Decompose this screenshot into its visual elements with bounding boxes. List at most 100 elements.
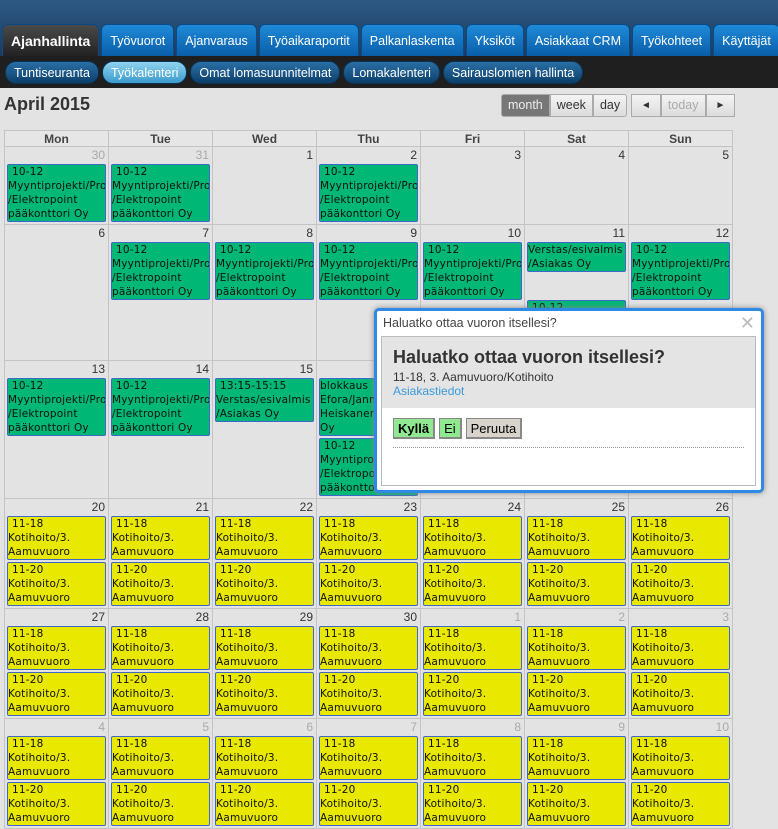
today-button[interactable]: today	[660, 94, 706, 117]
calendar-day[interactable]: 25 11-18 Kotihoito/3. Aamuvuoro 11-20 Kotihoi…	[524, 498, 629, 609]
sub-tab-4[interactable]: Sairauslomien hallinta	[442, 61, 584, 84]
calendar-day[interactable]: 21 11-18 Kotihoito/3. Aamuvuoro 11-20 Kotihoi…	[108, 498, 213, 609]
calendar-event[interactable]: 11-18 Kotihoito/3. Aamuvuoro	[215, 516, 314, 560]
calendar-day[interactable]: 3 11-18 Kotihoito/3. Aamuvuoro 11-20 Kotihoit…	[628, 608, 733, 719]
calendar-event[interactable]: 11-18 Kotihoito/3. Aamuvuoro	[111, 736, 210, 780]
calendar-day[interactable]: 2 10-12 Myyntiprojekti/Proj/Elektropoint pä…	[316, 146, 421, 225]
week-view-button[interactable]: week	[549, 94, 593, 117]
calendar-day[interactable]: 6 11-18 Kotihoito/3. Aamuvuoro 11-20 Kotihoit…	[212, 718, 317, 829]
calendar-event[interactable]: 11-18 Kotihoito/3. Aamuvuoro	[111, 516, 210, 560]
calendar-day[interactable]: 22 11-18 Kotihoito/3. Aamuvuoro 11-20 Kotihoi…	[212, 498, 317, 609]
calendar-day[interactable]: 20 11-18 Kotihoito/3. Aamuvuoro 11-20 Kotihoi…	[4, 498, 109, 609]
calendar-day[interactable]: 4 11-18 Kotihoito/3. Aamuvuoro 11-20 Kotihoit…	[4, 718, 109, 829]
calendar-day[interactable]: 26 11-18 Kotihoito/3. Aamuvuoro 11-20 Kotihoi…	[628, 498, 733, 609]
month-view-button[interactable]: month	[501, 94, 550, 117]
calendar-event[interactable]: 10-12 Myyntiprojekti/Proj/Elektropoint pää…	[215, 242, 314, 300]
calendar-event[interactable]: 11-18 Kotihoito/3. Aamuvuoro	[319, 516, 418, 560]
calendar-event[interactable]: 11-20 Kotihoito/3. Aamuvuoro	[319, 782, 418, 826]
calendar-event[interactable]: 11-20 Kotihoito/3. Aamuvuoro	[423, 782, 522, 826]
calendar-event[interactable]: 10-12 Myyntiprojekti/Proj/Elektropoint pää…	[319, 164, 418, 222]
calendar-day[interactable]: 7 10-12 Myyntiprojekti/Proj/Elektropoint pä…	[108, 224, 213, 361]
calendar-event[interactable]: 11-18 Kotihoito/3. Aamuvuoro	[7, 516, 106, 560]
calendar-event[interactable]: 11-20 Kotihoito/3. Aamuvuoro	[423, 672, 522, 716]
main-tab-7[interactable]: Työkohteet	[632, 24, 712, 56]
main-tab-4[interactable]: Palkanlaskenta	[360, 24, 464, 56]
calendar-event[interactable]: 10-12 Myyntiprojekti/Proj/Elektropoint pää…	[111, 242, 210, 300]
sub-tab-0[interactable]: Tuntiseuranta	[5, 61, 99, 84]
calendar-event[interactable]: 11-18 Kotihoito/3. Aamuvuoro	[7, 736, 106, 780]
calendar-event[interactable]: 11-18 Kotihoito/3. Aamuvuoro	[423, 626, 522, 670]
calendar-event[interactable]: 10-12 Myyntiprojekti/Proj/Elektropoint pää…	[111, 164, 210, 222]
calendar-day[interactable]: 29 11-18 Kotihoito/3. Aamuvuoro 11-20 Kotihoi…	[212, 608, 317, 719]
calendar-event[interactable]: Verstas/esivalmis/Asiakas Oy	[527, 242, 626, 272]
calendar-day[interactable]: 30 10-12 Myyntiprojekti/Proj/Elektropoint p…	[4, 146, 109, 225]
calendar-day[interactable]: 8 10-12 Myyntiprojekti/Proj/Elektropoint pä…	[212, 224, 317, 361]
calendar-day[interactable]: 14 10-12 Myyntiprojekti/Proj/Elektropoint p…	[108, 360, 213, 499]
calendar-day[interactable]: 13 10-12 Myyntiprojekti/Proj/Elektropoint p…	[4, 360, 109, 499]
calendar-event[interactable]: 11-20 Kotihoito/3. Aamuvuoro	[631, 782, 730, 826]
calendar-day[interactable]: 2 11-18 Kotihoito/3. Aamuvuoro 11-20 Kotihoit…	[524, 608, 629, 719]
calendar-event[interactable]: 11-20 Kotihoito/3. Aamuvuoro	[631, 562, 730, 606]
calendar-event[interactable]: 11-18 Kotihoito/3. Aamuvuoro	[631, 626, 730, 670]
calendar-day[interactable]: 1 11-18 Kotihoito/3. Aamuvuoro 11-20 Kotihoit…	[420, 608, 525, 719]
main-tab-3[interactable]: Työaikaraportit	[258, 24, 359, 56]
main-tab-5[interactable]: Yksiköt	[465, 24, 524, 56]
calendar-day[interactable]: 31 10-12 Myyntiprojekti/Proj/Elektropoint p…	[108, 146, 213, 225]
calendar-event[interactable]: 11-18 Kotihoito/3. Aamuvuoro	[319, 626, 418, 670]
no-button[interactable]: Ei	[439, 418, 462, 439]
calendar-event[interactable]: 11-18 Kotihoito/3. Aamuvuoro	[631, 736, 730, 780]
close-icon[interactable]: ✕	[740, 313, 755, 334]
calendar-day[interactable]: 5	[628, 146, 733, 225]
calendar-day[interactable]: 15 13:15-15:15 Verstas/esivalmis/Asiakas O…	[212, 360, 317, 499]
cancel-button[interactable]: Peruuta	[465, 418, 523, 439]
calendar-event[interactable]: 11-20 Kotihoito/3. Aamuvuoro	[215, 562, 314, 606]
main-tab-6[interactable]: Asiakkaat CRM	[525, 24, 630, 56]
calendar-event[interactable]: 11-20 Kotihoito/3. Aamuvuoro	[631, 672, 730, 716]
yes-button[interactable]: Kyllä	[393, 418, 436, 439]
calendar-day[interactable]: 6	[4, 224, 109, 361]
calendar-day[interactable]: 3	[420, 146, 525, 225]
customer-info-link[interactable]: Asiakastiedot	[393, 384, 744, 398]
calendar-day[interactable]: 7 11-18 Kotihoito/3. Aamuvuoro 11-20 Kotihoit…	[316, 718, 421, 829]
calendar-event[interactable]: 11-20 Kotihoito/3. Aamuvuoro	[111, 782, 210, 826]
calendar-event[interactable]: 11-20 Kotihoito/3. Aamuvuoro	[319, 672, 418, 716]
calendar-event[interactable]: 10-12 Myyntiprojekti/Proj/Elektropoint pää…	[111, 378, 210, 436]
calendar-event[interactable]: 10-12 Myyntiprojekti/Proj/Elektropoint pää…	[631, 242, 730, 300]
calendar-event[interactable]: 11-18 Kotihoito/3. Aamuvuoro	[527, 516, 626, 560]
calendar-event[interactable]: 11-18 Kotihoito/3. Aamuvuoro	[7, 626, 106, 670]
calendar-event[interactable]: 10-12 Myyntiprojekti/Proj/Elektropoint pää…	[7, 164, 106, 222]
sub-tab-3[interactable]: Lomakalenteri	[343, 61, 440, 84]
calendar-event[interactable]: 11-20 Kotihoito/3. Aamuvuoro	[215, 672, 314, 716]
calendar-event[interactable]: 11-18 Kotihoito/3. Aamuvuoro	[215, 626, 314, 670]
calendar-event[interactable]: 13:15-15:15 Verstas/esivalmis/Asiakas Oy	[215, 378, 314, 422]
calendar-day[interactable]: 8 11-18 Kotihoito/3. Aamuvuoro 11-20 Kotihoit…	[420, 718, 525, 829]
calendar-day[interactable]: 30 11-18 Kotihoito/3. Aamuvuoro 11-20 Kotihoi…	[316, 608, 421, 719]
calendar-event[interactable]: 11-20 Kotihoito/3. Aamuvuoro	[111, 672, 210, 716]
main-tab-1[interactable]: Työvuorot	[101, 24, 175, 56]
prev-arrow-icon[interactable]: ◄	[631, 94, 661, 117]
main-tab-2[interactable]: Ajanvaraus	[176, 24, 257, 56]
calendar-day[interactable]: 10 11-18 Kotihoito/3. Aamuvuoro 11-20 Kotihoi…	[628, 718, 733, 829]
calendar-day[interactable]: 27 11-18 Kotihoito/3. Aamuvuoro 11-20 Kotihoi…	[4, 608, 109, 719]
calendar-event[interactable]: 11-20 Kotihoito/3. Aamuvuoro	[215, 782, 314, 826]
calendar-event[interactable]: 10-12 Myyntiprojekti/Proj/Elektropoint pää…	[319, 242, 418, 300]
calendar-day[interactable]: 1	[212, 146, 317, 225]
calendar-event[interactable]: 11-20 Kotihoito/3. Aamuvuoro	[527, 672, 626, 716]
sub-tab-1[interactable]: Työkalenteri	[101, 61, 188, 84]
calendar-event[interactable]: 11-18 Kotihoito/3. Aamuvuoro	[631, 516, 730, 560]
day-view-button[interactable]: day	[592, 94, 628, 117]
calendar-event[interactable]: 10-12 Myyntiprojekti/Proj/Elektropoint pää…	[7, 378, 106, 436]
calendar-event[interactable]: 10-12 Myyntiprojekti/Proj/Elektropoint pää…	[423, 242, 522, 300]
calendar-event[interactable]: 11-20 Kotihoito/3. Aamuvuoro	[527, 782, 626, 826]
calendar-event[interactable]: 11-20 Kotihoito/3. Aamuvuoro	[7, 562, 106, 606]
calendar-day[interactable]: 9 11-18 Kotihoito/3. Aamuvuoro 11-20 Kotihoit…	[524, 718, 629, 829]
calendar-event[interactable]: 11-18 Kotihoito/3. Aamuvuoro	[423, 736, 522, 780]
calendar-event[interactable]: 11-18 Kotihoito/3. Aamuvuoro	[319, 736, 418, 780]
main-tab-0[interactable]: Ajanhallinta	[2, 24, 100, 56]
next-arrow-icon[interactable]: ►	[705, 94, 736, 117]
main-tab-8[interactable]: Käyttäjät	[713, 24, 778, 56]
calendar-event[interactable]: 11-18 Kotihoito/3. Aamuvuoro	[215, 736, 314, 780]
calendar-event[interactable]: 11-20 Kotihoito/3. Aamuvuoro	[423, 562, 522, 606]
calendar-day[interactable]: 28 11-18 Kotihoito/3. Aamuvuoro 11-20 Kotihoi…	[108, 608, 213, 719]
calendar-event[interactable]: 11-20 Kotihoito/3. Aamuvuoro	[527, 562, 626, 606]
